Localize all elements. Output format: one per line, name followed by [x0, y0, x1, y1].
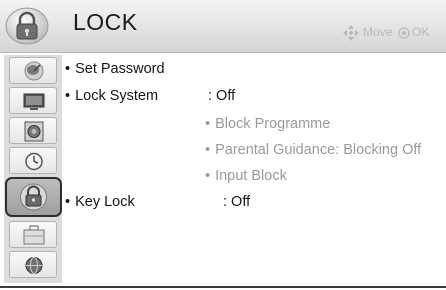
lock-icon	[20, 183, 47, 211]
key-lock-value: : Off	[223, 194, 251, 210]
lock-system-value: : Off	[208, 88, 236, 104]
sidebar-item-network[interactable]	[9, 251, 57, 278]
dpad-icon	[343, 25, 359, 41]
bullet: •	[65, 61, 71, 77]
category-sidebar	[4, 55, 62, 283]
sidebar-item-lock[interactable]	[5, 177, 62, 217]
key-lock-item[interactable]: • Key Lock	[65, 194, 135, 210]
briefcase-icon	[23, 225, 45, 245]
sidebar-item-audio[interactable]	[9, 117, 57, 144]
bullet: •	[65, 88, 71, 104]
parental-guidance-label: Parental Guidance: Blocking Off	[215, 142, 422, 158]
bullet: •	[205, 142, 211, 158]
sidebar-item-picture[interactable]	[9, 87, 57, 114]
bullet: •	[205, 168, 211, 184]
set-password-item[interactable]: • Set Password	[65, 61, 165, 77]
sidebar-item-option[interactable]	[9, 221, 57, 248]
sidebar-item-setup[interactable]	[9, 57, 57, 84]
bullet: •	[65, 194, 71, 210]
block-programme-label: Block Programme	[215, 116, 331, 132]
lock-icon	[5, 7, 49, 45]
menu-header: LOCK Move OK	[0, 0, 446, 53]
set-password-label: Set Password	[75, 61, 165, 77]
ok-button-icon	[398, 27, 410, 39]
satellite-dish-icon	[24, 61, 44, 81]
clock-icon	[25, 152, 43, 171]
bullet: •	[205, 116, 211, 132]
bottom-border	[0, 286, 446, 288]
settings-list: • Set Password • Lock System : Off • Block …	[62, 53, 446, 285]
block-programme-item: • Block Programme	[205, 116, 330, 132]
page-title: LOCK	[73, 9, 138, 35]
hint-move-label: Move	[363, 25, 393, 39]
hint-ok-label: OK	[412, 25, 430, 39]
lock-system-label: Lock System	[75, 88, 159, 104]
globe-icon	[25, 257, 43, 274]
input-block-item: • Input Block	[205, 168, 287, 184]
tv-screen-icon	[23, 93, 45, 110]
lock-system-item[interactable]: • Lock System	[65, 88, 158, 104]
speaker-icon	[24, 121, 44, 142]
key-lock-label: Key Lock	[75, 194, 135, 210]
lock-settings-screen: LOCK Move OK • Set Password • Lock Syste…	[0, 0, 446, 290]
parental-guidance-item: • Parental Guidance: Blocking Off	[205, 142, 421, 158]
input-block-label: Input Block	[215, 168, 287, 184]
sidebar-item-time[interactable]	[9, 147, 57, 174]
